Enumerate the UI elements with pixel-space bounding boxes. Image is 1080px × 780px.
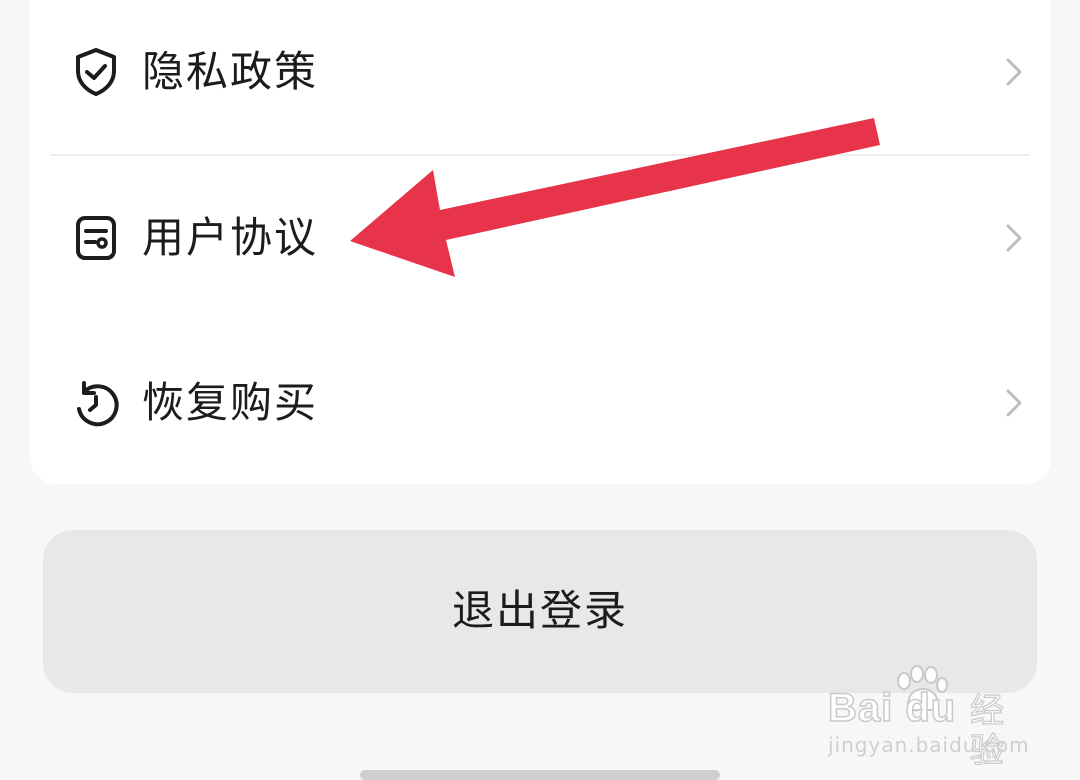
home-indicator[interactable] — [360, 770, 720, 780]
menu-item-privacy-policy[interactable]: 隐私政策 — [30, 2, 1051, 142]
menu-item-label: 恢复购买 — [142, 378, 319, 427]
watermark-brand: Bai du — [827, 685, 957, 731]
menu-item-restore-purchase[interactable]: 恢复购买 — [30, 333, 1051, 473]
shield-check-icon — [70, 46, 122, 98]
menu-item-label: 隐私政策 — [142, 47, 319, 96]
menu-item-user-agreement[interactable]: 用户协议 — [30, 168, 1051, 308]
restore-icon — [70, 377, 122, 429]
chevron-right-icon — [1002, 224, 1026, 252]
divider — [50, 154, 1030, 156]
document-icon — [70, 212, 122, 264]
watermark-url: jingyan.baidu.com — [828, 733, 1030, 757]
watermark-product: 经验 — [969, 690, 1004, 771]
baidu-jingyan-watermark: Bai du 经验 jingyan.baidu.com — [827, 665, 1030, 772]
chevron-right-icon — [1002, 389, 1026, 417]
menu-item-label: 用户协议 — [142, 213, 319, 262]
logout-label: 退出登录 — [451, 586, 628, 635]
chevron-right-icon — [1002, 58, 1026, 86]
